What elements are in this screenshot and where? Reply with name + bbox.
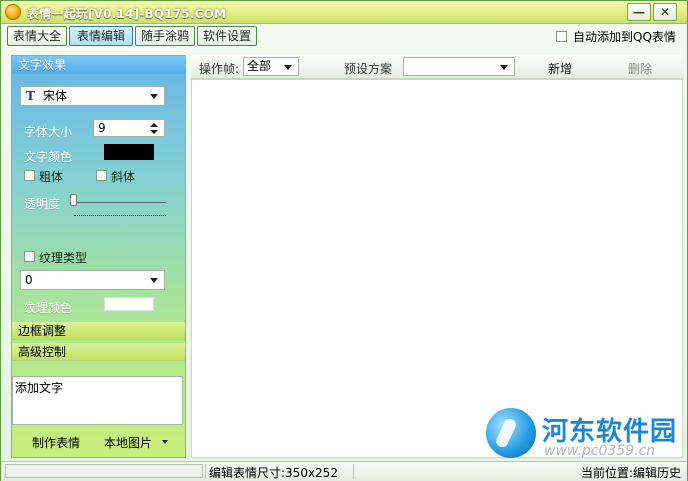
font-size-value: 9 (98, 121, 106, 135)
operation-frame-select[interactable]: 全部 (243, 57, 299, 76)
watermark: 河东软件园 www.pc0359.cn (486, 405, 682, 461)
bold-label: 粗体 (39, 170, 64, 184)
stepper-down-icon[interactable] (150, 130, 158, 134)
current-position-status: 当前位置:编辑历史 (581, 466, 682, 480)
auto-add-label: 自动添加到QQ表情 (573, 30, 676, 44)
texture-type-label: 纹理类型 (39, 251, 88, 265)
text-input[interactable]: 添加文字 (12, 376, 183, 425)
stepper-up-icon[interactable] (150, 123, 158, 127)
status-separator (205, 464, 206, 479)
edit-canvas[interactable] (191, 79, 683, 458)
italic-checkbox[interactable] (96, 170, 107, 181)
chevron-down-icon (284, 65, 292, 70)
make-emoticon-button[interactable]: 制作表情 (32, 434, 80, 451)
texture-type-value: 0 (25, 273, 33, 287)
opacity-slider-track[interactable] (74, 202, 166, 203)
preset-select[interactable] (403, 57, 515, 76)
chevron-down-icon (150, 94, 158, 99)
app-window: 表情一起玩[V0.14]-BQ175.COM — ✕ 表情大全 表情编辑 随手涂… (0, 0, 688, 481)
texture-type-select[interactable]: 0 (20, 270, 165, 290)
tab-settings[interactable]: 软件设置 (197, 26, 257, 46)
text-color-swatch[interactable] (104, 144, 154, 160)
watermark-url: www.pc0359.cn (544, 443, 656, 459)
text-color-label: 文字颜色 (24, 150, 73, 164)
tab-emoticon-collection[interactable]: 表情大全 (7, 26, 67, 46)
watermark-logo-icon (486, 408, 536, 458)
texture-type-checkbox[interactable] (24, 251, 35, 262)
font-select[interactable]: T 宋体 (20, 86, 165, 106)
tt-font-icon: T (26, 89, 35, 103)
left-panel-actions: 制作表情 本地图片 (12, 428, 185, 457)
window-title: 表情一起玩[V0.14]-BQ175.COM (27, 7, 227, 21)
edit-size-status: 编辑表情尺寸:350x252 (209, 466, 338, 480)
tab-emoticon-edit[interactable]: 表情编辑 (69, 26, 133, 46)
status-bar: 编辑表情尺寸:350x252 当前位置:编辑历史 (1, 461, 687, 481)
left-panel: 文字效果 T 宋体 字体大小 9 文字颜色 粗体 斜体 透明度 纹理类型 0 纹… (11, 55, 186, 458)
status-separator (353, 464, 354, 479)
minimize-button[interactable]: — (627, 3, 651, 21)
bold-checkbox[interactable] (24, 170, 35, 181)
font-value: 宋体 (43, 89, 68, 103)
status-progress-bar (5, 464, 203, 478)
font-size-stepper[interactable]: 9 (93, 119, 165, 137)
delete-preset-button[interactable]: 删除 (628, 60, 652, 77)
operation-frame-label: 操作帧: (199, 62, 240, 76)
preset-label: 预设方案 (344, 62, 393, 76)
close-button[interactable]: ✕ (653, 3, 677, 21)
opacity-label: 透明度 (24, 197, 61, 211)
chevron-down-icon (150, 278, 158, 283)
italic-label: 斜体 (111, 170, 136, 184)
texture-color-label: 纹理颜色 (24, 301, 73, 315)
opacity-slider-handle[interactable] (70, 194, 77, 206)
local-image-button[interactable]: 本地图片 (104, 434, 152, 451)
editor-toolbar: 操作帧: 全部 预设方案 新增 删除 (191, 55, 683, 79)
section-advanced-control[interactable]: 高级控制 (12, 343, 185, 361)
section-border-adjust[interactable]: 边框调整 (12, 322, 185, 340)
title-bar[interactable]: 表情一起玩[V0.14]-BQ175.COM — ✕ (1, 1, 687, 24)
opacity-slider-ticks (74, 215, 166, 217)
chevron-down-icon[interactable] (162, 440, 168, 444)
auto-add-checkbox[interactable] (556, 31, 567, 42)
font-size-label: 字体大小 (24, 125, 73, 139)
tab-doodle[interactable]: 随手涂鸦 (135, 26, 195, 46)
texture-color-swatch[interactable] (104, 297, 154, 311)
section-text-effects[interactable]: 文字效果 (12, 56, 185, 74)
chevron-down-icon (500, 65, 508, 70)
operation-frame-value: 全部 (247, 59, 272, 73)
add-preset-button[interactable]: 新增 (548, 60, 572, 77)
app-icon (5, 4, 21, 20)
